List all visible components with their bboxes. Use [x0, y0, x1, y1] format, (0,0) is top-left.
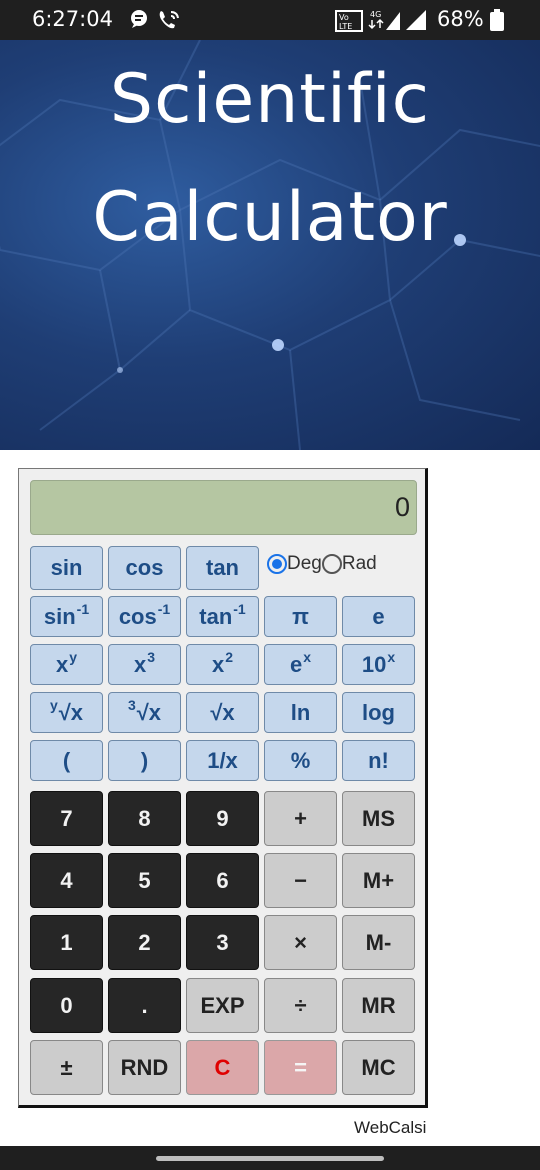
ln-button[interactable]: ln [264, 692, 337, 733]
status-time: 6:27:04 [32, 7, 113, 31]
rad-label: Rad [341, 553, 377, 574]
cube-root-button[interactable]: 3 √x [108, 692, 181, 733]
memory-add-button[interactable]: M+ [342, 853, 415, 908]
multiply-button[interactable]: × [264, 915, 337, 970]
rad-radio[interactable] [321, 554, 342, 574]
wifi-call-icon [157, 9, 181, 36]
signal-4g-icon: 4G [368, 8, 428, 37]
divide-button[interactable]: ÷ [264, 978, 337, 1033]
e-power-x-button[interactable]: ex [264, 644, 337, 685]
battery-percent: 68% [437, 7, 484, 31]
deg-label: Deg [287, 553, 322, 574]
digit-6-button[interactable]: 6 [186, 853, 259, 908]
svg-text:LTE: LTE [339, 22, 352, 31]
digit-3-button[interactable]: 3 [186, 915, 259, 970]
digit-9-button[interactable]: 9 [186, 791, 259, 846]
digit-4-button[interactable]: 4 [30, 853, 103, 908]
message-icon [129, 9, 149, 34]
memory-store-button[interactable]: MS [342, 791, 415, 846]
clear-button[interactable]: C [186, 1040, 259, 1095]
calculator-display: 0 [30, 480, 417, 535]
display-value: 0 [394, 492, 410, 522]
exp-button[interactable]: EXP [186, 978, 259, 1033]
plus-minus-button[interactable]: ± [30, 1040, 103, 1095]
close-paren-button[interactable]: ) [108, 740, 181, 781]
status-bar: 6:27:04 Vo LTE 4G 68% [0, 0, 540, 40]
calculator: 0 sin cos tan Deg Rad sin -1 cos -1 tan -1 … [18, 468, 428, 1108]
atan-button[interactable]: tan -1 [186, 596, 259, 637]
plus-button[interactable]: + [264, 791, 337, 846]
volte-icon: Vo LTE [335, 10, 363, 37]
asin-button[interactable]: sin -1 [30, 596, 103, 637]
factorial-button[interactable]: n! [342, 740, 415, 781]
digit-2-button[interactable]: 2 [108, 915, 181, 970]
cos-button[interactable]: cos [108, 546, 181, 590]
reciprocal-button[interactable]: 1/x [186, 740, 259, 781]
memory-recall-button[interactable]: MR [342, 978, 415, 1033]
digit-1-button[interactable]: 1 [30, 915, 103, 970]
log-button[interactable]: log [342, 692, 415, 733]
hero-banner: Scientific Calculator [0, 40, 540, 450]
percent-button[interactable]: % [264, 740, 337, 781]
memory-clear-button[interactable]: MC [342, 1040, 415, 1095]
x-squared-button[interactable]: x2 [186, 644, 259, 685]
pi-button[interactable]: π [264, 596, 337, 637]
brand-label[interactable]: WebCalsi [354, 1118, 426, 1138]
hero-title-line2: Calculator [92, 178, 448, 257]
e-button[interactable]: e [342, 596, 415, 637]
home-gesture-handle[interactable] [156, 1156, 384, 1161]
hero-title-line1: Scientific [109, 60, 431, 139]
tan-button[interactable]: tan [186, 546, 259, 590]
memory-subtract-button[interactable]: M- [342, 915, 415, 970]
square-root-button[interactable]: √x [186, 692, 259, 733]
minus-button[interactable]: − [264, 853, 337, 908]
navigation-bar [0, 1146, 540, 1170]
deg-radio[interactable] [267, 554, 287, 574]
random-button[interactable]: RND [108, 1040, 181, 1095]
open-paren-button[interactable]: ( [30, 740, 103, 781]
x-power-y-button[interactable]: xy [30, 644, 103, 685]
digit-0-button[interactable]: 0 [30, 978, 103, 1033]
digit-7-button[interactable]: 7 [30, 791, 103, 846]
y-root-button[interactable]: y √x [30, 692, 103, 733]
svg-text:4G: 4G [370, 10, 381, 19]
equals-button[interactable]: = [264, 1040, 337, 1095]
sin-button[interactable]: sin [30, 546, 103, 590]
digit-5-button[interactable]: 5 [108, 853, 181, 908]
angle-mode-selector: Deg Rad [267, 553, 377, 575]
svg-text:Vo: Vo [339, 13, 349, 22]
battery-icon [490, 9, 504, 36]
x-cubed-button[interactable]: x3 [108, 644, 181, 685]
digit-8-button[interactable]: 8 [108, 791, 181, 846]
decimal-point-button[interactable]: . [108, 978, 181, 1033]
acos-button[interactable]: cos -1 [108, 596, 181, 637]
ten-power-x-button[interactable]: 10 x [342, 644, 415, 685]
